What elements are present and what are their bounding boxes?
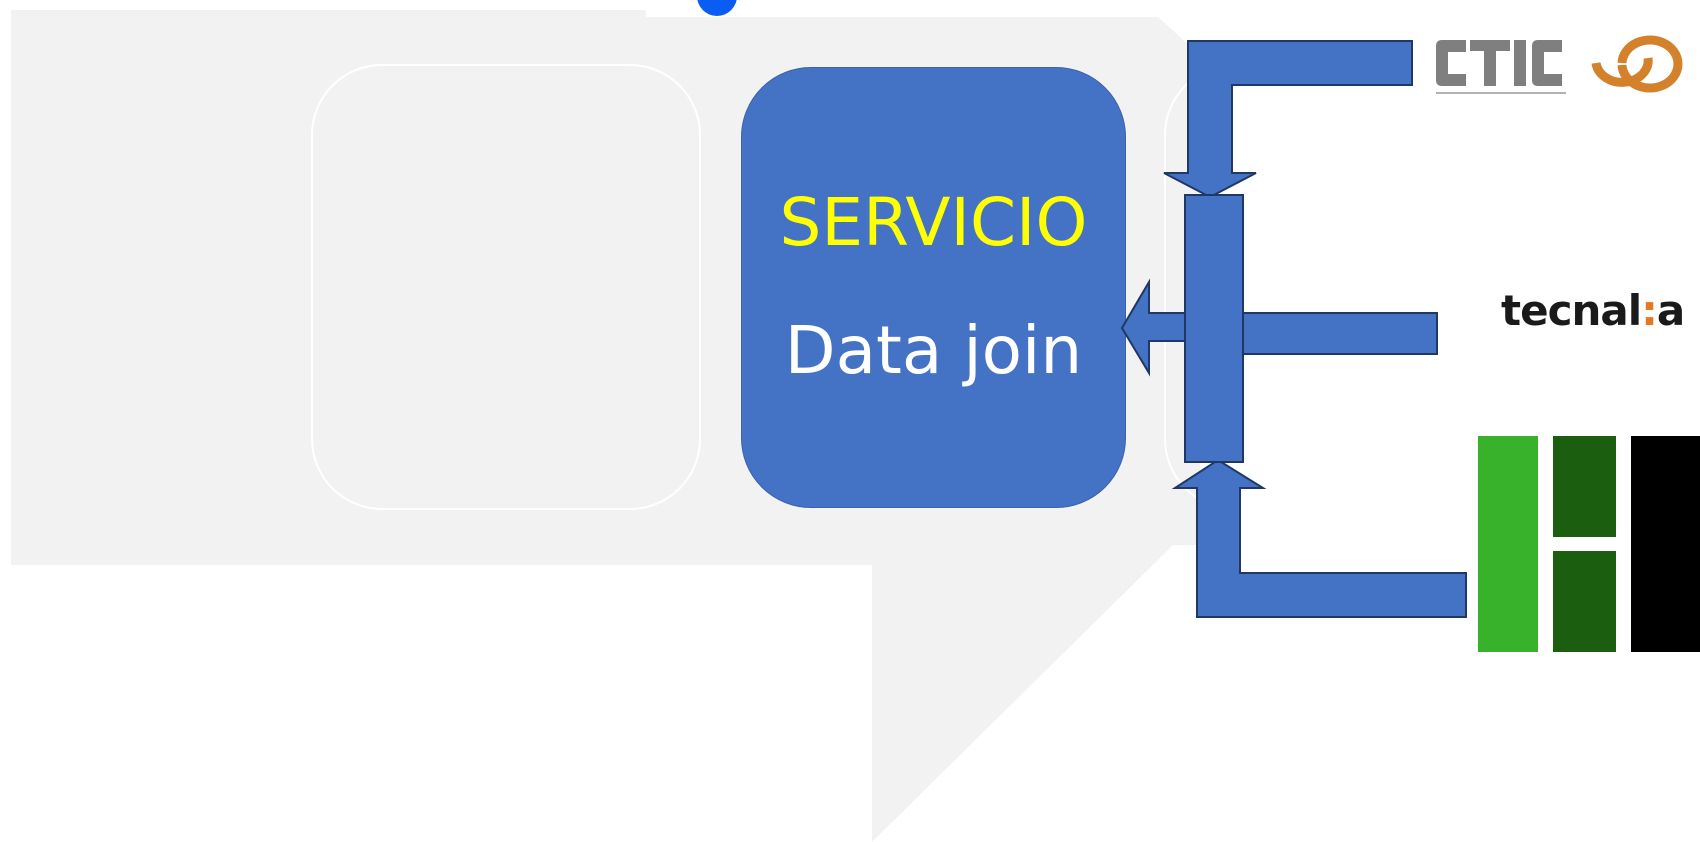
diagram-canvas: SERVICIO Data join tecnal:a	[0, 0, 1700, 842]
service-input-arrow	[1120, 278, 1186, 377]
h-logo-top-block	[1553, 436, 1616, 537]
h-logo-bottom-block	[1553, 551, 1616, 652]
h-logo-left-bar	[1478, 436, 1538, 652]
vertical-bus-bar	[1184, 194, 1244, 463]
h-logo	[1478, 436, 1700, 652]
tecnalia-logo: tecnal:a	[1501, 286, 1685, 336]
tecnalia-logo-suffix: a	[1656, 286, 1685, 335]
h-logo-connector-arrow	[1171, 458, 1467, 618]
h-logo-right-bar	[1631, 436, 1700, 652]
tecnalia-connector-line	[1239, 312, 1438, 355]
ctic-logo	[1436, 35, 1683, 94]
tecnalia-logo-prefix: tecnal	[1501, 286, 1642, 335]
tecnalia-logo-dot: :	[1641, 286, 1658, 335]
ctic-connector-arrow	[1163, 40, 1413, 199]
